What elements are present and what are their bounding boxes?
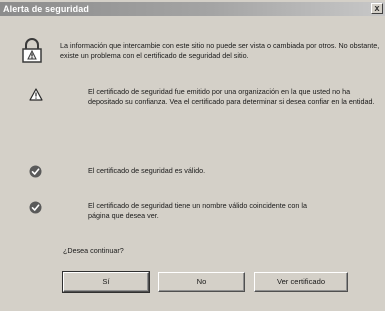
- yes-button[interactable]: Sí: [62, 271, 150, 293]
- continue-question: ¿Desea continuar?: [63, 246, 124, 255]
- item-untrusted-issuer-text: El certificado de seguridad fue emitido …: [88, 87, 375, 106]
- check-icon: [29, 201, 42, 214]
- no-button[interactable]: No: [158, 272, 245, 292]
- intro-text: La información que intercambie con este …: [60, 41, 380, 60]
- check-icon: [29, 165, 42, 178]
- warning-icon: [29, 88, 43, 101]
- item-valid-text: El certificado de seguridad es válido.: [88, 166, 206, 175]
- security-lock-icon: [18, 37, 46, 65]
- close-button[interactable]: x: [371, 3, 383, 14]
- security-alert-dialog: Alerta de seguridad x La información que…: [0, 0, 385, 311]
- dialog-title: Alerta de seguridad: [3, 4, 89, 14]
- item-name-match-text: El certificado de seguridad tiene un nom…: [88, 201, 307, 220]
- close-icon: x: [374, 3, 380, 13]
- view-certificate-button[interactable]: Ver certificado: [254, 272, 348, 292]
- title-bar[interactable]: Alerta de seguridad x: [0, 2, 385, 16]
